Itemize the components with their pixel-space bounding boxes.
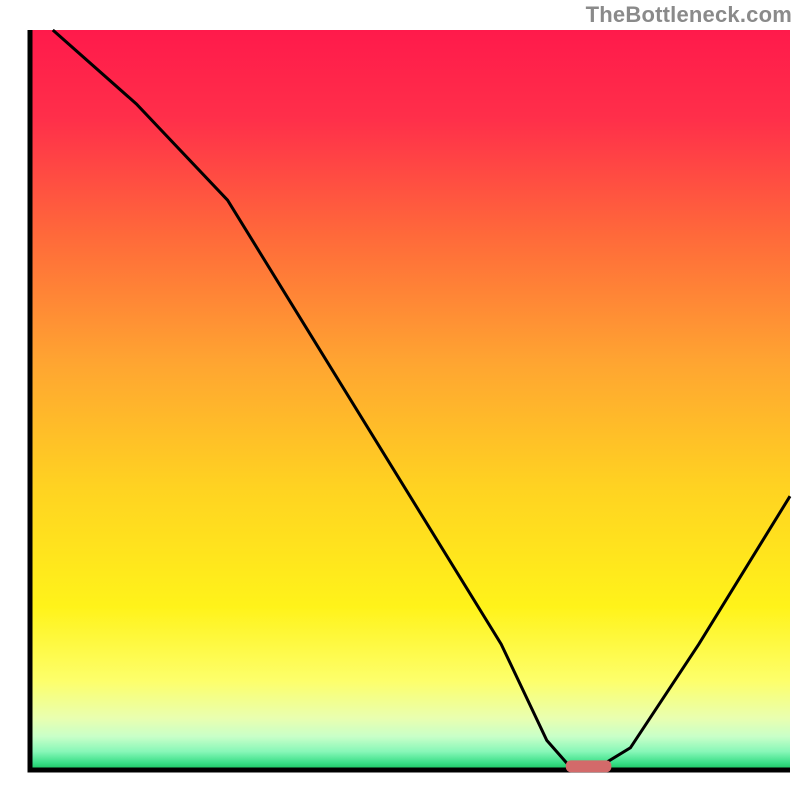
- watermark-text: TheBottleneck.com: [586, 2, 792, 28]
- plot-background: [30, 30, 790, 770]
- bottleneck-marker: [566, 760, 612, 772]
- bottleneck-chart: [0, 0, 800, 800]
- chart-container: TheBottleneck.com: [0, 0, 800, 800]
